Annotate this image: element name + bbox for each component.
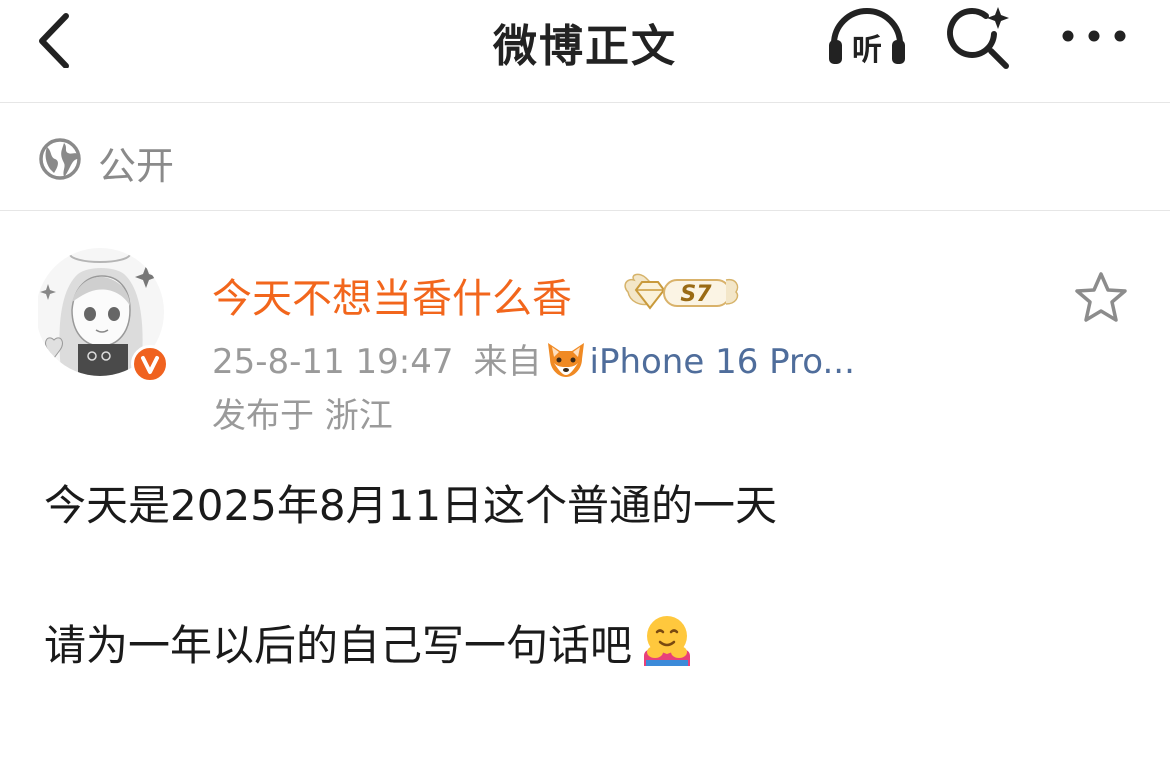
- fox-emoji-icon: [544, 339, 588, 379]
- post-timestamp: 25-8-11 19:47: [212, 342, 454, 382]
- visibility-label: 公开: [98, 144, 175, 188]
- level-badge-text: S7: [680, 282, 712, 307]
- search-button[interactable]: [946, 4, 1014, 70]
- listen-label: 听: [852, 33, 882, 68]
- navigation-bar: 微博正文 听: [0, 0, 1170, 103]
- source-prefix: 来自: [473, 342, 542, 382]
- search-sparkle-icon: [947, 7, 1009, 69]
- favorite-button[interactable]: [1072, 270, 1130, 326]
- more-button[interactable]: [1058, 20, 1130, 52]
- post-text-line-2-text: 请为一年以后的自己写一句话吧: [44, 621, 633, 670]
- headphones-icon: 听: [829, 8, 905, 68]
- post-text-line-1: 今天是2025年8月11日这个普通的一天: [44, 481, 778, 530]
- visibility-row: 公开: [0, 103, 1170, 211]
- post-location: 发布于 浙江: [212, 396, 393, 436]
- level-badge[interactable]: S7: [620, 270, 740, 314]
- chevron-left-icon: [39, 13, 69, 69]
- device-link[interactable]: iPhone 16 Pro...: [590, 342, 855, 382]
- globe-icon: [39, 138, 81, 180]
- back-button[interactable]: [30, 6, 80, 69]
- star-outline-icon: [1075, 272, 1127, 322]
- post-meta: 25-8-11 19:47 来自 iPhone 16 Pro...: [212, 334, 855, 383]
- listen-button[interactable]: 听: [826, 4, 908, 68]
- vip-v-icon: [131, 345, 169, 383]
- diamond-wing-badge-icon: S7: [624, 273, 739, 310]
- more-horizontal-icon: [1062, 30, 1126, 42]
- post-text-line-2: 请为一年以后的自己写一句话吧: [44, 612, 694, 673]
- author-name[interactable]: 今天不想当香什么香: [212, 266, 572, 324]
- hugging-face-icon: [640, 614, 694, 668]
